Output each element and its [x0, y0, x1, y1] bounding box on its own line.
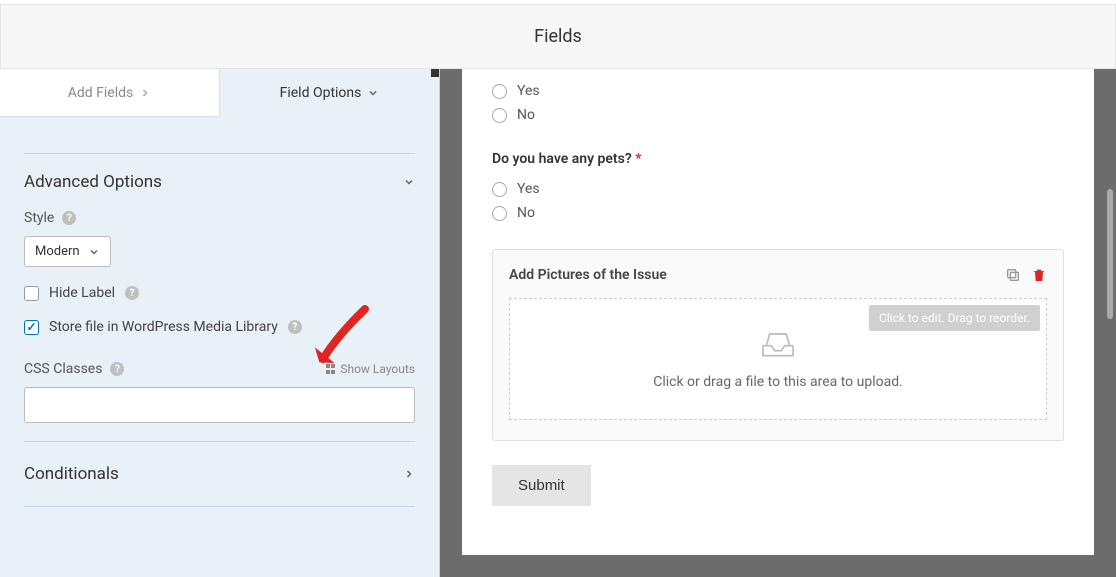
- form-canvas: Yes No Do you have any pets? * Yes No: [462, 69, 1094, 555]
- duplicate-icon[interactable]: [1005, 267, 1021, 283]
- upload-header: Add Pictures of the Issue: [509, 266, 1047, 284]
- show-layouts-button[interactable]: Show Layouts: [326, 362, 415, 376]
- sidebar: Add Fields Field Options Advanced Option…: [0, 69, 440, 577]
- page-title: Fields: [534, 26, 582, 47]
- scroll-indicator: [431, 69, 439, 77]
- dropzone-text: Click or drag a file to this area to upl…: [653, 374, 903, 390]
- inbox-icon: [758, 328, 798, 360]
- style-label-row: Style ?: [24, 210, 415, 226]
- radio-label: No: [517, 107, 535, 123]
- style-label: Style: [24, 210, 54, 226]
- question-text: Do you have any pets?: [492, 151, 632, 167]
- question-2: Do you have any pets? * Yes No: [492, 151, 1064, 221]
- store-media-row[interactable]: ✓ Store file in WordPress Media Library …: [24, 319, 415, 335]
- delete-icon[interactable]: [1031, 266, 1047, 284]
- section-conditionals: Conditionals: [24, 442, 415, 507]
- question-label: Do you have any pets? *: [492, 151, 1064, 167]
- grid-icon: [326, 364, 336, 374]
- css-classes-label-row: CSS Classes ?: [24, 361, 124, 377]
- chevron-down-icon: [403, 176, 415, 188]
- style-value: Modern: [35, 244, 80, 259]
- hide-label-text: Hide Label: [49, 285, 115, 301]
- help-icon[interactable]: ?: [110, 362, 124, 376]
- radio-option[interactable]: Yes: [492, 83, 1064, 99]
- upload-title: Add Pictures of the Issue: [509, 267, 667, 283]
- radio-icon[interactable]: [492, 206, 507, 221]
- sidebar-body: Advanced Options Style ? Modern Hide: [0, 117, 439, 527]
- chevron-down-icon: [367, 87, 379, 99]
- advanced-options-title: Advanced Options: [24, 172, 162, 192]
- radio-option[interactable]: No: [492, 107, 1064, 123]
- radio-icon[interactable]: [492, 108, 507, 123]
- conditionals-header[interactable]: Conditionals: [24, 464, 415, 484]
- submit-button[interactable]: Submit: [492, 465, 591, 506]
- question-1: Yes No: [492, 83, 1064, 123]
- form-preview-pane: Yes No Do you have any pets? * Yes No: [440, 69, 1116, 577]
- upload-actions: [1005, 266, 1047, 284]
- edit-hint-tooltip: Click to edit. Drag to reorder.: [869, 305, 1040, 331]
- style-subsection: Style ? Modern: [24, 192, 415, 267]
- radio-option[interactable]: No: [492, 205, 1064, 221]
- style-select[interactable]: Modern: [24, 236, 111, 267]
- show-layouts-label: Show Layouts: [340, 362, 415, 376]
- radio-label: Yes: [517, 83, 540, 99]
- help-icon[interactable]: ?: [288, 320, 302, 334]
- upload-dropzone[interactable]: Click to edit. Drag to reorder. Click or…: [509, 298, 1047, 420]
- hide-label-checkbox[interactable]: [24, 286, 39, 301]
- required-asterisk: *: [632, 151, 642, 167]
- advanced-options-header[interactable]: Advanced Options: [24, 172, 415, 192]
- radio-label: Yes: [517, 181, 540, 197]
- css-classes-label: CSS Classes: [24, 361, 102, 377]
- radio-option[interactable]: Yes: [492, 181, 1064, 197]
- check-icon: ✓: [26, 321, 36, 333]
- tab-field-options-label: Field Options: [280, 85, 362, 101]
- page-header: Fields: [0, 5, 1116, 69]
- sidebar-tabs: Add Fields Field Options: [0, 69, 439, 117]
- upload-field[interactable]: Add Pictures of the Issue Click to edit.…: [492, 249, 1064, 441]
- conditionals-title: Conditionals: [24, 464, 119, 484]
- radio-label: No: [517, 205, 535, 221]
- hide-label-row[interactable]: Hide Label ?: [24, 285, 415, 301]
- help-icon[interactable]: ?: [125, 286, 139, 300]
- scrollbar-thumb[interactable]: [1107, 189, 1113, 319]
- chevron-down-icon: [88, 246, 100, 258]
- css-classes-row: CSS Classes ? Show Layouts: [24, 361, 415, 377]
- tab-add-fields-label: Add Fields: [68, 85, 134, 101]
- store-media-checkbox[interactable]: ✓: [24, 320, 39, 335]
- tab-add-fields[interactable]: Add Fields: [0, 69, 220, 117]
- tab-field-options[interactable]: Field Options: [220, 69, 439, 117]
- chevron-right-icon: [139, 87, 151, 99]
- radio-icon[interactable]: [492, 182, 507, 197]
- chevron-right-icon: [403, 468, 415, 480]
- css-classes-input[interactable]: [24, 387, 415, 423]
- section-advanced-options: Advanced Options Style ? Modern Hide: [24, 154, 415, 442]
- help-icon[interactable]: ?: [62, 211, 76, 225]
- store-media-text: Store file in WordPress Media Library: [49, 319, 278, 335]
- radio-icon[interactable]: [492, 84, 507, 99]
